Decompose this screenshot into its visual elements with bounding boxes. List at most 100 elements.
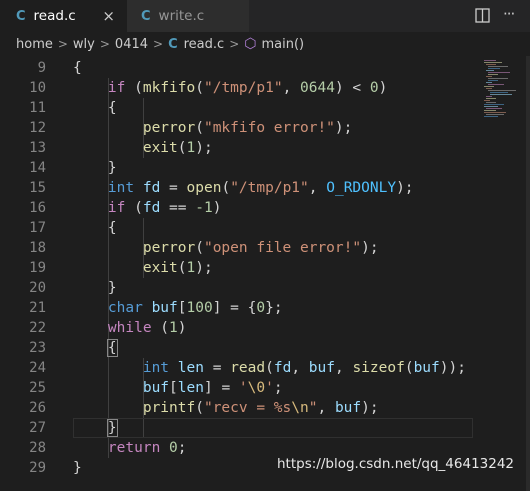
code-text: { <box>73 220 117 236</box>
breadcrumb-0414[interactable]: 0414 <box>115 37 148 52</box>
c-file-icon: C <box>141 8 151 24</box>
minimap-line <box>488 90 516 91</box>
code-line[interactable]: 23 { <box>0 338 476 358</box>
code-text: { <box>73 60 82 76</box>
minimap-line <box>488 84 504 85</box>
code-line[interactable]: 25 buf[len] = '\0'; <box>0 378 476 398</box>
minimap-line <box>488 80 498 81</box>
split-editor-icon[interactable] <box>475 8 490 23</box>
line-number: 19 <box>29 260 46 276</box>
code-text: } <box>106 419 118 437</box>
breadcrumb-home[interactable]: home <box>16 37 53 52</box>
code-text: exit(1); <box>142 260 213 276</box>
code-text: exit(1); <box>142 140 213 156</box>
minimap-line <box>486 70 494 71</box>
tab-label: read.c <box>33 8 76 24</box>
code-text: } <box>73 460 82 476</box>
code-text: { <box>73 100 117 116</box>
minimap[interactable] <box>476 56 530 491</box>
code-line[interactable]: 18 perror("open file error!"); <box>0 238 476 258</box>
chevron-right-icon: > <box>229 37 240 51</box>
code-text: buf[len] = '\0'; <box>142 380 283 396</box>
minimap-line <box>484 110 496 111</box>
code-line[interactable]: 16 if (fd == -1) <box>0 198 476 218</box>
minimap-line <box>486 96 492 97</box>
code-text: int fd = open("/tmp/p1", O_RDONLY); <box>107 180 414 196</box>
code-line[interactable]: 19 exit(1); <box>0 258 476 278</box>
line-number: 28 <box>29 440 46 456</box>
minimap-line <box>486 88 492 89</box>
c-file-icon: C <box>16 8 26 24</box>
more-actions-icon[interactable]: ··· <box>503 5 515 23</box>
line-number: 13 <box>29 140 46 156</box>
line-number: 21 <box>29 300 46 316</box>
code-text: return 0; <box>107 440 187 456</box>
tab-read-c[interactable]: C read.c × <box>0 0 127 32</box>
minimap-line <box>486 102 496 103</box>
line-number: 23 <box>29 340 46 356</box>
code-line[interactable]: 9{ <box>0 58 476 78</box>
code-line[interactable]: 12 perror("mkfifo error!"); <box>0 118 476 138</box>
breadcrumb-symbol[interactable]: main() <box>261 37 304 52</box>
minimap-line <box>488 68 500 69</box>
minimap-line <box>484 62 502 63</box>
watermark-url: https://blog.csdn.net/qq_46413242 <box>277 456 515 472</box>
minimap-line <box>486 82 492 83</box>
c-file-icon: C <box>168 36 178 52</box>
minimap-line <box>486 114 504 115</box>
code-line[interactable]: 26 printf("recv = %s\n", buf); <box>0 398 476 418</box>
minimap-line <box>490 92 508 93</box>
code-line[interactable]: 14 } <box>0 158 476 178</box>
minimap-line <box>488 66 508 67</box>
chevron-right-icon: > <box>57 37 68 51</box>
code-line[interactable]: 22 while (1) <box>0 318 476 338</box>
line-number: 25 <box>29 380 46 396</box>
chevron-right-icon: > <box>153 37 164 51</box>
line-number: 12 <box>29 120 46 136</box>
tab-write-c[interactable]: C write.c <box>127 0 249 32</box>
line-number: 22 <box>29 320 46 336</box>
line-number: 26 <box>29 400 46 416</box>
code-line[interactable]: 24 int len = read(fd, buf, sizeof(buf)); <box>0 358 476 378</box>
minimap-line <box>484 100 490 101</box>
minimap-line <box>486 76 492 77</box>
minimap-line <box>484 112 506 113</box>
line-number: 14 <box>29 160 46 176</box>
code-line[interactable]: 13 exit(1); <box>0 138 476 158</box>
code-line[interactable]: 27 } <box>0 418 476 438</box>
vertical-scrollbar[interactable] <box>526 56 530 491</box>
line-number: 10 <box>29 80 46 96</box>
code-line[interactable]: 28 return 0; <box>0 438 476 458</box>
code-text: if (mkfifo("/tmp/p1", 0644) < 0) <box>107 80 388 96</box>
close-icon[interactable]: × <box>102 7 115 25</box>
line-number: 17 <box>29 220 46 236</box>
breadcrumb-wly[interactable]: wly <box>73 37 95 52</box>
code-line[interactable]: 21 char buf[100] = {0}; <box>0 298 476 318</box>
minimap-line <box>486 98 496 99</box>
breadcrumb: home > wly > 0414 > C read.c > ⬡ main() <box>0 32 530 56</box>
minimap-line <box>484 116 498 117</box>
breadcrumb-file[interactable]: read.c <box>184 37 225 52</box>
code-line[interactable]: 17 { <box>0 218 476 238</box>
code-line[interactable]: 10 if (mkfifo("/tmp/p1", 0644) < 0) <box>0 78 476 98</box>
minimap-line <box>484 60 496 61</box>
line-number: 29 <box>29 460 46 476</box>
minimap-line <box>484 104 504 105</box>
line-number: 9 <box>37 60 46 76</box>
code-line[interactable]: 20 } <box>0 278 476 298</box>
line-number: 16 <box>29 200 46 216</box>
line-number: 20 <box>29 280 46 296</box>
minimap-line <box>486 108 502 109</box>
code-line[interactable]: 15 int fd = open("/tmp/p1", O_RDONLY); <box>0 178 476 198</box>
line-number: 15 <box>29 180 46 196</box>
minimap-line <box>488 78 508 79</box>
minimap-line <box>486 64 496 65</box>
code-editor[interactable]: 9{10 if (mkfifo("/tmp/p1", 0644) < 0) 11 … <box>0 56 476 491</box>
code-line[interactable]: 11 { <box>0 98 476 118</box>
line-number: 11 <box>29 100 46 116</box>
minimap-line <box>490 94 512 95</box>
code-text: perror("mkfifo error!"); <box>142 120 353 136</box>
code-text: while (1) <box>107 320 187 336</box>
code-text: perror("open file error!"); <box>142 240 379 256</box>
minimap-line <box>484 106 498 107</box>
